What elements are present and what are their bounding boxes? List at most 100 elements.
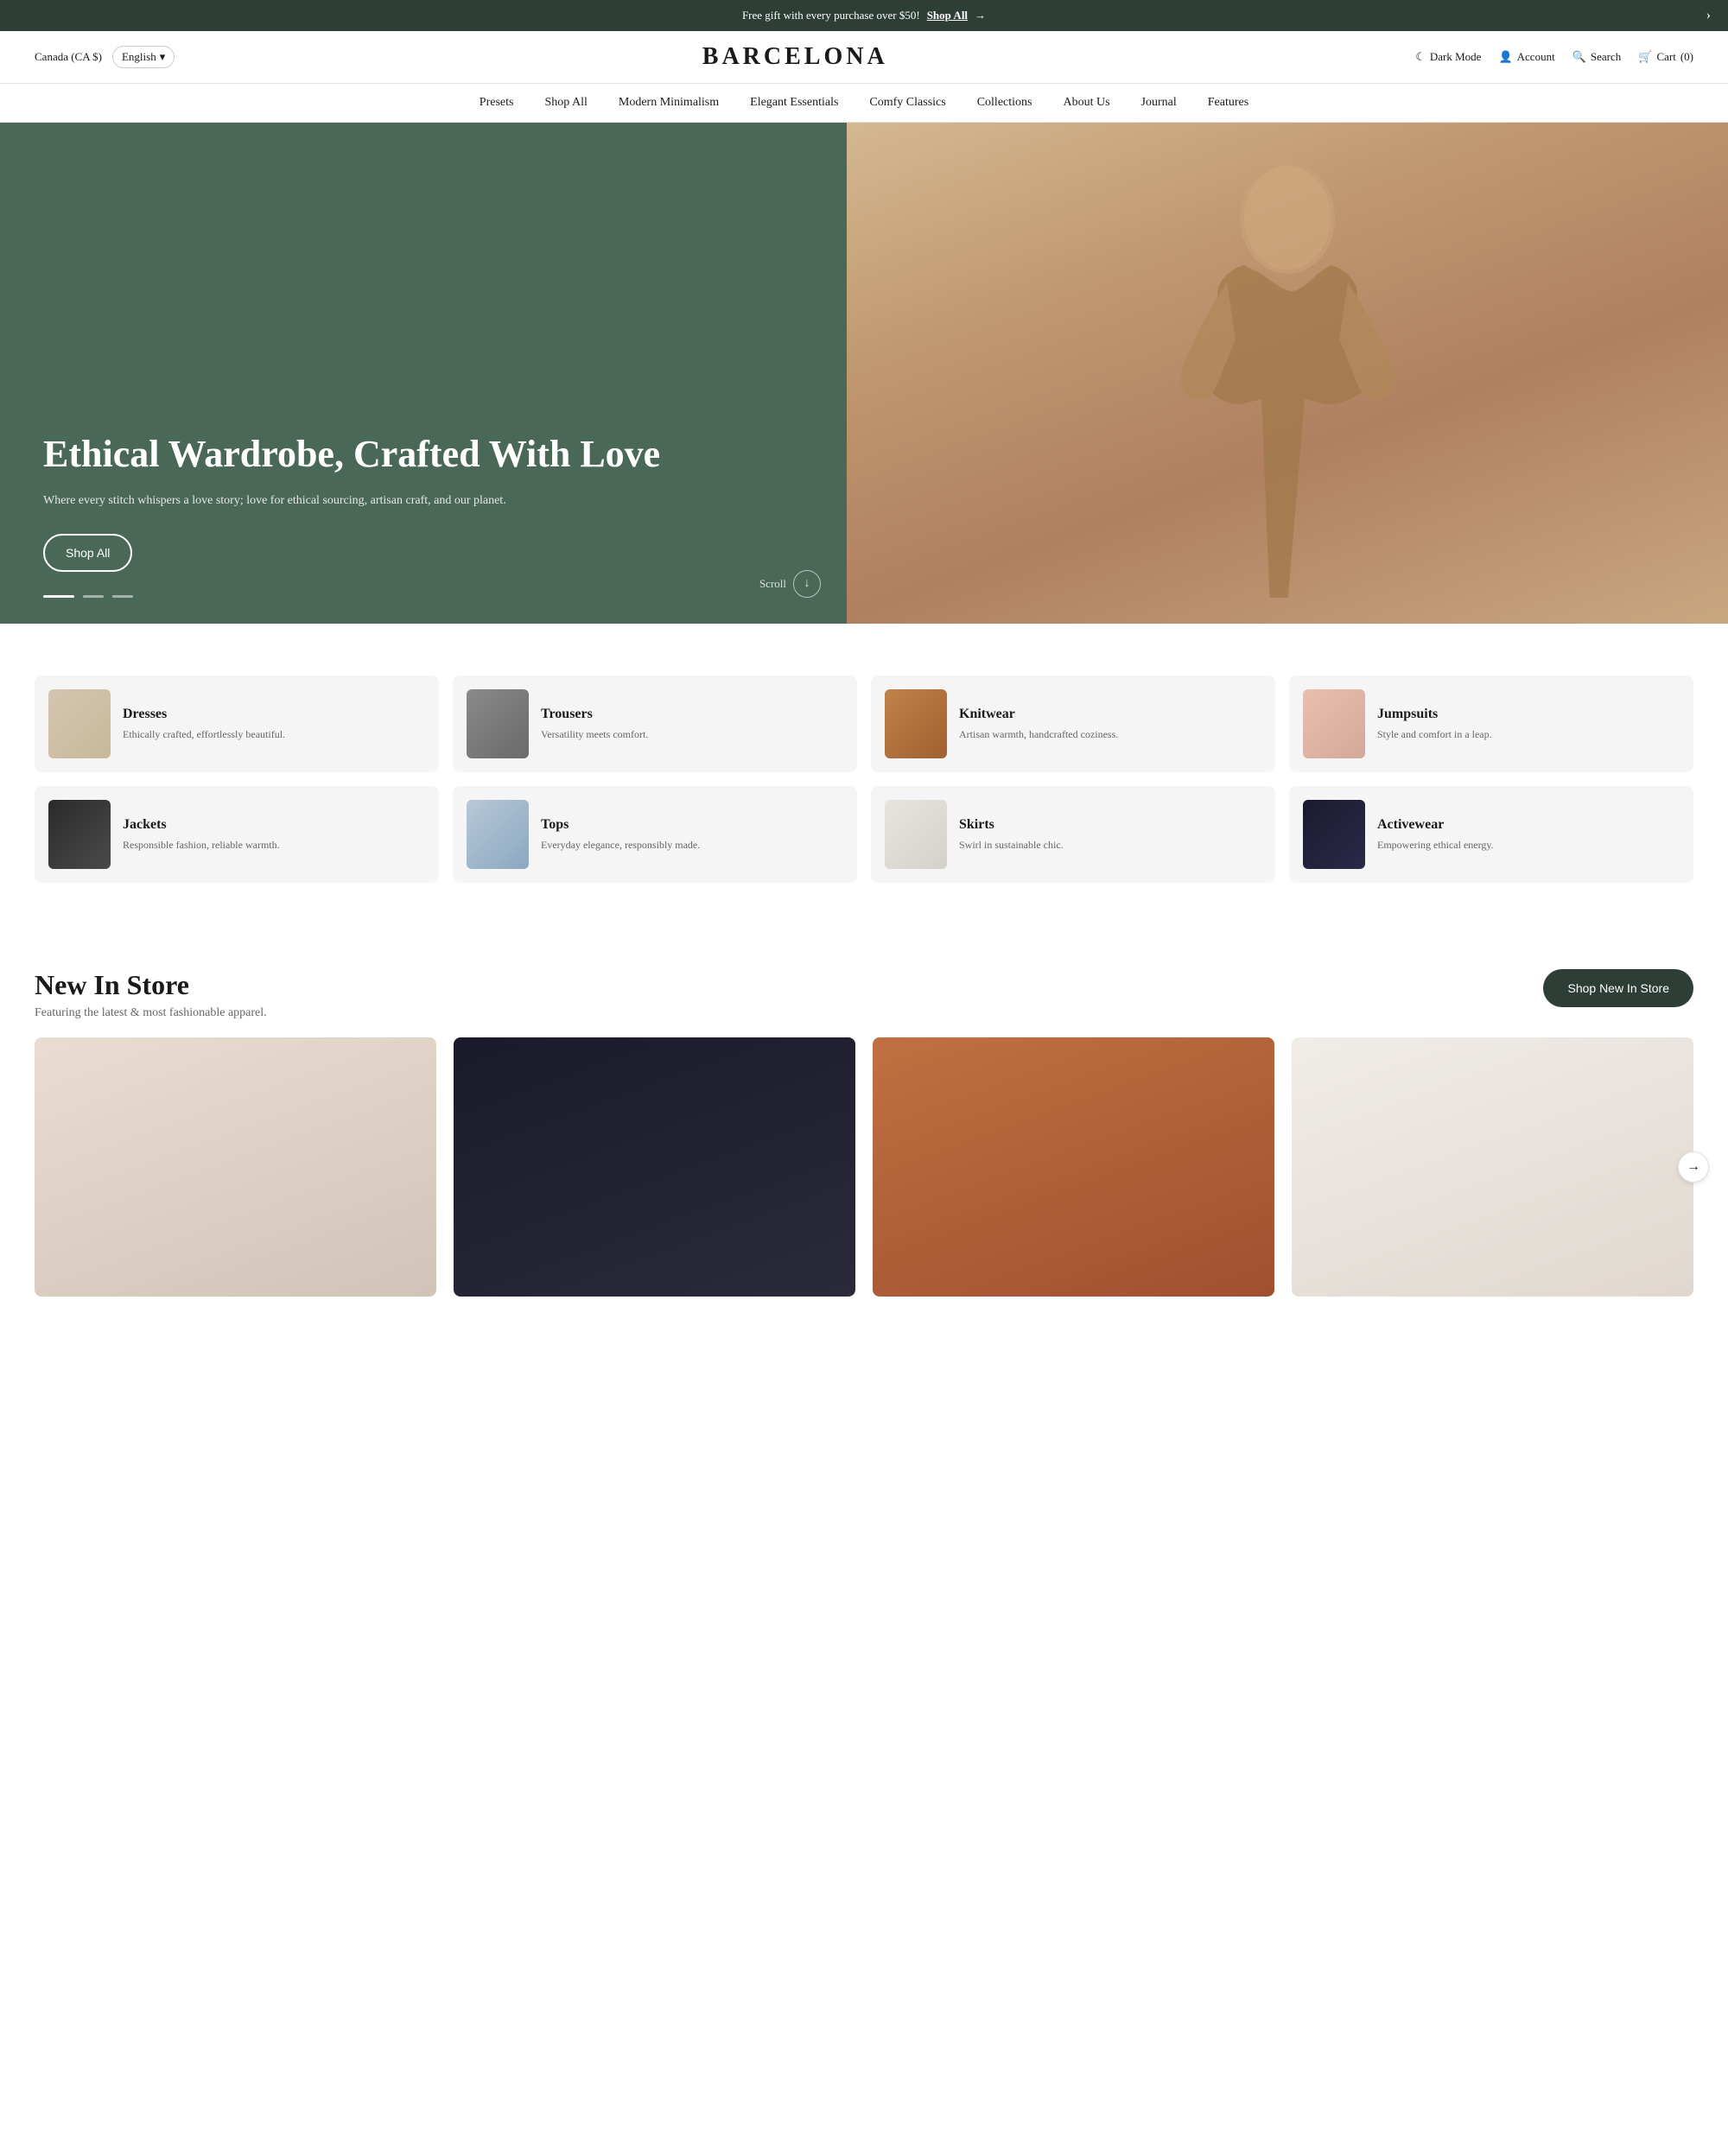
product-image-3: [873, 1037, 1274, 1297]
new-in-section: New In Store Featuring the latest & most…: [0, 935, 1728, 1348]
categories-section: Dresses Ethically crafted, effortlessly …: [0, 624, 1728, 935]
site-logo[interactable]: BARCELONA: [175, 43, 1415, 71]
header-right: ☾ Dark Mode 👤 Account 🔍 Search 🛒 Cart (0…: [1415, 50, 1693, 64]
language-label: English: [122, 50, 156, 64]
category-info-jumpsuits: Jumpsuits Style and comfort in a leap.: [1377, 707, 1492, 742]
nav-item-shop-all[interactable]: Shop All: [544, 96, 587, 110]
hero-subtitle: Where every stitch whispers a love story…: [43, 491, 804, 510]
main-navigation: Presets Shop All Modern Minimalism Elegant …: [0, 84, 1728, 123]
search-button[interactable]: 🔍 Search: [1572, 50, 1622, 64]
shop-new-in-button[interactable]: Shop New In Store: [1543, 969, 1693, 1007]
product-card-3[interactable]: [873, 1037, 1274, 1297]
category-name: Skirts: [959, 817, 1064, 833]
new-in-title: New In Store: [35, 969, 267, 1001]
category-desc: Responsible fashion, reliable warmth.: [123, 838, 280, 853]
nav-item-about-us[interactable]: About Us: [1063, 96, 1109, 110]
category-info-trousers: Trousers Versatility meets comfort.: [541, 707, 648, 742]
category-thumb-activewear: [1303, 800, 1365, 869]
hero-cta-button[interactable]: Shop All: [43, 534, 132, 572]
scroll-down-icon[interactable]: ↓: [793, 570, 821, 598]
category-name: Trousers: [541, 707, 648, 722]
category-name: Activewear: [1377, 817, 1494, 833]
category-card-jackets[interactable]: Jackets Responsible fashion, reliable wa…: [35, 786, 439, 883]
category-card-activewear[interactable]: Activewear Empowering ethical energy.: [1289, 786, 1693, 883]
category-desc: Ethically crafted, effortlessly beautifu…: [123, 727, 285, 742]
new-in-subtitle: Featuring the latest & most fashionable …: [35, 1006, 267, 1020]
person-icon: 👤: [1498, 50, 1512, 64]
category-thumb-trousers: [467, 689, 529, 758]
moon-icon: ☾: [1415, 50, 1426, 64]
nav-item-elegant-essentials[interactable]: Elegant Essentials: [750, 96, 838, 110]
cart-button[interactable]: 🛒 Cart (0): [1638, 50, 1693, 64]
announcement-arrow: →: [975, 9, 986, 22]
category-card-tops[interactable]: Tops Everyday elegance, responsibly made…: [453, 786, 857, 883]
new-in-header-text: New In Store Featuring the latest & most…: [35, 969, 267, 1020]
dark-mode-toggle[interactable]: ☾ Dark Mode: [1415, 50, 1481, 64]
account-link[interactable]: 👤 Account: [1498, 50, 1554, 64]
hero-image: [847, 123, 1728, 624]
category-card-knitwear[interactable]: Knitwear Artisan warmth, handcrafted coz…: [871, 675, 1275, 772]
product-card-4[interactable]: [1292, 1037, 1693, 1297]
search-icon: 🔍: [1572, 50, 1586, 64]
category-thumb-skirts: [885, 800, 947, 869]
category-thumb-dresses: [48, 689, 111, 758]
products-grid: →: [35, 1037, 1693, 1297]
category-card-skirts[interactable]: Skirts Swirl in sustainable chic.: [871, 786, 1275, 883]
category-desc: Artisan warmth, handcrafted coziness.: [959, 727, 1118, 742]
category-desc: Style and comfort in a leap.: [1377, 727, 1492, 742]
announcement-bar: Free gift with every purchase over $50! …: [0, 0, 1728, 31]
hero-model-bg: [847, 123, 1728, 624]
product-image-4: [1292, 1037, 1693, 1297]
category-card-jumpsuits[interactable]: Jumpsuits Style and comfort in a leap.: [1289, 675, 1693, 772]
category-name: Jumpsuits: [1377, 707, 1492, 722]
nav-item-comfy-classics[interactable]: Comfy Classics: [869, 96, 945, 110]
category-info-knitwear: Knitwear Artisan warmth, handcrafted coz…: [959, 707, 1118, 742]
category-desc: Swirl in sustainable chic.: [959, 838, 1064, 853]
hero-indicator-3[interactable]: [112, 595, 133, 598]
category-info-dresses: Dresses Ethically crafted, effortlessly …: [123, 707, 285, 742]
hero-title: Ethical Wardrobe, Crafted With Love: [43, 432, 804, 478]
product-image-1: [35, 1037, 436, 1297]
category-card-dresses[interactable]: Dresses Ethically crafted, effortlessly …: [35, 675, 439, 772]
header-left: Canada (CA $) English ▾: [35, 46, 175, 68]
new-in-header: New In Store Featuring the latest & most…: [35, 969, 1693, 1020]
nav-item-features[interactable]: Features: [1208, 96, 1248, 110]
category-thumb-knitwear: [885, 689, 947, 758]
category-name: Jackets: [123, 817, 280, 833]
categories-grid: Dresses Ethically crafted, effortlessly …: [35, 675, 1693, 883]
category-name: Dresses: [123, 707, 285, 722]
announcement-text: Free gift with every purchase over $50!: [742, 9, 920, 22]
category-desc: Versatility meets comfort.: [541, 727, 648, 742]
category-thumb-tops: [467, 800, 529, 869]
region-label: Canada (CA $): [35, 50, 102, 64]
nav-item-modern-minimalism[interactable]: Modern Minimalism: [619, 96, 719, 110]
language-selector[interactable]: English ▾: [112, 46, 175, 68]
nav-item-collections[interactable]: Collections: [977, 96, 1032, 110]
category-name: Knitwear: [959, 707, 1118, 722]
announcement-link[interactable]: Shop All: [927, 9, 968, 22]
hero-indicator-2[interactable]: [83, 595, 104, 598]
scroll-label: Scroll: [759, 577, 786, 591]
category-desc: Everyday elegance, responsibly made.: [541, 838, 700, 853]
category-thumb-jumpsuits: [1303, 689, 1365, 758]
nav-item-journal[interactable]: Journal: [1141, 96, 1177, 110]
category-thumb-jackets: [48, 800, 111, 869]
category-info-skirts: Skirts Swirl in sustainable chic.: [959, 817, 1064, 853]
product-card-1[interactable]: [35, 1037, 436, 1297]
category-desc: Empowering ethical energy.: [1377, 838, 1494, 853]
hero-indicators: [43, 595, 133, 598]
top-header: Canada (CA $) English ▾ BARCELONA ☾ Dark…: [0, 31, 1728, 84]
category-card-trousers[interactable]: Trousers Versatility meets comfort.: [453, 675, 857, 772]
nav-item-presets[interactable]: Presets: [480, 96, 514, 110]
chevron-down-icon: ▾: [160, 50, 166, 64]
products-next-arrow[interactable]: →: [1678, 1151, 1709, 1183]
category-info-activewear: Activewear Empowering ethical energy.: [1377, 817, 1494, 853]
category-info-tops: Tops Everyday elegance, responsibly made…: [541, 817, 700, 853]
cart-icon: 🛒: [1638, 50, 1652, 64]
hero-model-silhouette: [1149, 149, 1426, 598]
hero-section: Ethical Wardrobe, Crafted With Love Wher…: [0, 123, 1728, 624]
hero-indicator-1[interactable]: [43, 595, 74, 598]
product-card-2[interactable]: [454, 1037, 855, 1297]
hero-scroll[interactable]: Scroll ↓: [759, 570, 821, 598]
announcement-close[interactable]: ›: [1706, 8, 1711, 23]
